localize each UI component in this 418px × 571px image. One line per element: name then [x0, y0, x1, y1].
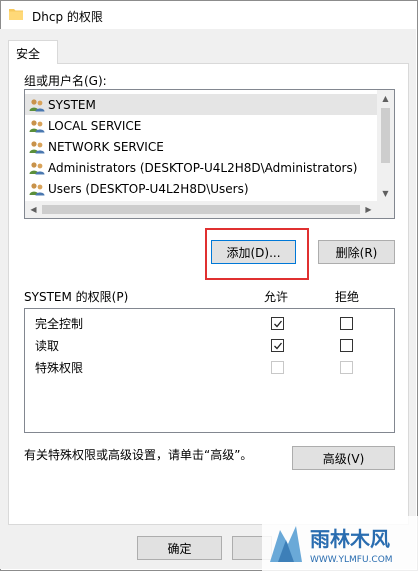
- deny-checkbox[interactable]: [340, 317, 353, 330]
- title-bar: Dhcp 的权限: [1, 1, 417, 30]
- vertical-scrollbar[interactable]: ▲ ▼: [377, 90, 394, 202]
- user-group-icon: [29, 98, 45, 111]
- allow-checkbox: [271, 361, 284, 374]
- user-group-icon: [29, 182, 45, 195]
- tab-security[interactable]: 安全: [8, 40, 58, 64]
- deny-checkbox[interactable]: [340, 339, 353, 352]
- ok-button[interactable]: 确定: [137, 536, 222, 560]
- horizontal-scroll-thumb[interactable]: [42, 205, 360, 214]
- list-item[interactable]: LOCAL SERVICE: [25, 115, 377, 136]
- list-item[interactable]: Administrators (DESKTOP-U4L2H8D\Administ…: [25, 157, 377, 178]
- list-item[interactable]: NETWORK SERVICE: [25, 136, 377, 157]
- allow-header: 允许: [264, 290, 289, 304]
- users-label: 组或用户名(G):: [24, 74, 107, 88]
- user-group-icon: [29, 119, 45, 132]
- list-item[interactable]: SYSTEM: [25, 94, 377, 115]
- permission-name: 读取: [35, 339, 60, 353]
- advanced-hint: 有关特殊权限或高级设置，请单击“高级”。: [24, 448, 253, 462]
- permissions-label: SYSTEM 的权限(P): [24, 290, 129, 304]
- permissions-list: 完全控制读取特殊权限: [24, 308, 395, 433]
- folder-icon: [9, 9, 23, 20]
- list-item-label: LOCAL SERVICE: [48, 118, 142, 133]
- scroll-left-icon[interactable]: ◀: [25, 201, 42, 218]
- vertical-scroll-thumb[interactable]: [381, 108, 390, 163]
- deny-header: 拒绝: [335, 290, 360, 304]
- scroll-corner: [377, 201, 394, 218]
- watermark-logo: 雨林木风 WWW.YLMFU.COM: [262, 516, 418, 571]
- list-item-label: NETWORK SERVICE: [48, 139, 164, 154]
- allow-checkbox[interactable]: [271, 339, 284, 352]
- list-item-label: SYSTEM: [48, 97, 96, 112]
- allow-checkbox[interactable]: [271, 317, 284, 330]
- list-item-label: Users (DESKTOP-U4L2H8D\Users): [48, 181, 249, 196]
- users-list: SYSTEM LOCAL SERVICE NETWORK SERVICE Admini…: [25, 94, 377, 206]
- list-item-label: Administrators (DESKTOP-U4L2H8D\Administ…: [48, 160, 358, 175]
- tab-security-label: 安全: [16, 47, 41, 61]
- permission-name: 特殊权限: [35, 361, 84, 375]
- deny-checkbox: [340, 361, 353, 374]
- user-group-icon: [29, 161, 45, 174]
- watermark-brand: 雨林木风: [310, 527, 390, 551]
- advanced-button[interactable]: 高级(V): [292, 446, 395, 470]
- user-group-icon: [29, 140, 45, 153]
- scroll-down-icon[interactable]: ▼: [377, 185, 394, 202]
- users-listbox[interactable]: SYSTEM LOCAL SERVICE NETWORK SERVICE Admini…: [24, 89, 395, 219]
- permission-name: 完全控制: [35, 317, 84, 331]
- horizontal-scrollbar[interactable]: ◀ ▶: [25, 201, 394, 218]
- remove-button[interactable]: 删除(R): [318, 240, 395, 264]
- watermark-url: WWW.YLMFU.COM: [310, 555, 393, 565]
- window-title: Dhcp 的权限: [32, 10, 103, 24]
- list-item[interactable]: Users (DESKTOP-U4L2H8D\Users): [25, 178, 377, 199]
- annotation-highlight: [205, 228, 309, 280]
- scroll-right-icon[interactable]: ▶: [360, 201, 377, 218]
- scroll-up-icon[interactable]: ▲: [377, 90, 394, 107]
